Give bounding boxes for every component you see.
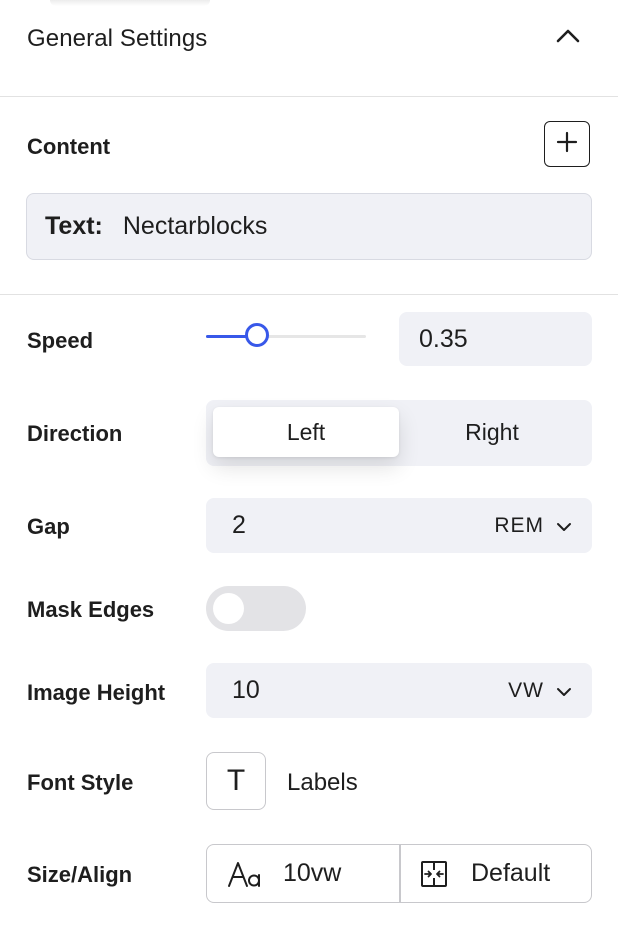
size-align-divider [399,845,401,902]
direction-left-option[interactable]: Left [213,407,399,457]
settings-panel: General Settings Content Text: Nectarblo… [0,0,618,938]
text-item-key: Text: [45,212,103,240]
image-height-input[interactable]: 10 VW [206,663,592,718]
speed-slider[interactable] [206,323,366,347]
direction-right-option[interactable]: Right [399,407,585,457]
font-style-button[interactable]: T [206,752,266,810]
content-text-item[interactable]: Text: Nectarblocks [26,193,592,260]
general-settings-header[interactable]: General Settings [0,0,618,97]
size-align-label: Size/Align [27,862,133,887]
image-height-label: Image Height [27,680,166,705]
gap-value: 2 [232,511,246,539]
alignment-icon [419,859,449,889]
speed-input[interactable]: 0.35 [399,312,592,366]
speed-slider-thumb[interactable] [245,323,270,347]
text-item-value: Nectarblocks [122,212,268,240]
section-title: General Settings [27,25,208,52]
mask-edges-toggle[interactable] [206,586,306,631]
gap-input[interactable]: 2 REM [206,498,592,553]
font-size-value: 10vw [283,859,342,887]
image-height-value: 10 [232,676,260,704]
size-align-control: 10vw Default [206,844,592,903]
alignment-value: Default [471,859,551,887]
font-style-label: Font Style [27,770,134,795]
direction-label: Direction [27,421,123,446]
text-type-icon: T [226,764,246,797]
chevron-down-icon [556,514,572,538]
chevron-down-icon [556,679,572,703]
content-section: Content Text: Nectarblocks [0,97,618,295]
direction-toggle-group: Left Right [206,400,592,466]
content-label: Content [27,134,111,159]
alignment-button[interactable]: Default [419,845,589,902]
plus-icon [556,131,578,158]
chevron-up-icon [555,28,581,49]
speed-label: Speed [27,328,94,353]
speed-value: 0.35 [419,324,468,353]
image-height-unit-select[interactable]: VW [508,663,572,718]
font-size-button[interactable]: 10vw [227,845,397,902]
font-size-icon [227,860,263,888]
add-content-button[interactable] [544,121,590,167]
font-style-value: Labels [287,769,358,796]
gap-label: Gap [27,514,70,539]
image-height-unit: VW [508,678,544,702]
gap-unit: REM [494,513,544,537]
mask-edges-label: Mask Edges [27,597,155,622]
collapse-button[interactable] [552,22,584,54]
gap-unit-select[interactable]: REM [494,498,572,553]
toggle-knob [213,593,244,624]
